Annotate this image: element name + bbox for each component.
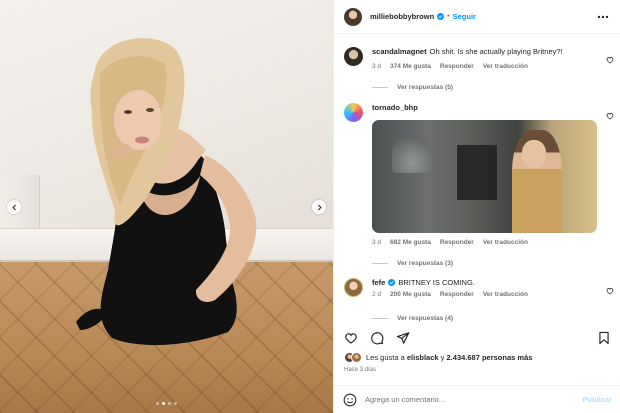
comment-avatar[interactable] [344,278,363,297]
share-send-icon[interactable] [396,331,410,345]
comment-input[interactable] [365,395,583,404]
liker-avatar[interactable] [351,352,362,363]
comment-time: 2 d [372,291,382,298]
view-replies-label: Ver respuestas (4) [397,315,454,322]
comment-text: Oh shit. Is she actually playing Britney… [429,47,563,56]
comment-body: fefe BRITNEY IS COMING. 2 d 200 Me gusta … [372,278,600,298]
liker-username[interactable]: elisblack [407,353,439,362]
publish-button[interactable]: Publicar [582,395,612,404]
reply-button[interactable]: Responder [440,239,474,246]
gif-face [522,140,546,168]
next-photo-button[interactable] [312,200,326,214]
comment-meta: 3 d 682 Me gusta Responder Ver traducció… [372,239,600,246]
carousel-dot [168,402,171,405]
likes-conjunction: y [440,353,445,362]
post-photo[interactable] [0,0,333,413]
more-options-button[interactable] [596,15,610,19]
comment-avatar[interactable] [344,47,363,66]
save-bookmark-icon[interactable] [597,331,611,345]
comment-text-line: scandalmagnet Oh shit. Is she actually pl… [372,47,600,57]
post-sidebar: milliebobbybrown • Seguir scandalmagnet O… [333,0,620,413]
comment-text: BRITNEY IS COMING. [398,278,475,287]
comment-text-line: fefe BRITNEY IS COMING. [372,278,600,288]
comment-time: 3 d [372,239,382,246]
reply-button[interactable]: Responder [440,291,474,298]
post-timestamp[interactable]: Hace 3 días [344,367,376,373]
chevron-left-icon [11,204,16,210]
verified-badge-icon [388,279,396,286]
chevron-right-icon [317,204,322,210]
comment-gif-image[interactable] [372,120,597,233]
carousel-indicator [0,402,333,405]
likes-prefix: Les gusta a [366,353,405,362]
emoji-icon[interactable] [343,393,357,407]
more-horizontal-icon [597,15,609,18]
comment-body: tornado_bhp 3 d 682 Me gusta Responder V… [372,103,600,246]
likes-count[interactable]: 2.434.687 personas más [447,353,533,362]
author-avatar[interactable] [344,7,362,26]
post-header: milliebobbybrown • Seguir [334,0,620,34]
translate-button[interactable]: Ver traducción [483,239,528,246]
comment-username[interactable]: fefe [372,278,385,287]
photo-subject [76,38,257,346]
comment-text-line: tornado_bhp [372,103,600,113]
carousel-dot [156,402,159,405]
comment-username[interactable]: tornado_bhp [372,103,418,112]
gif-background-object [457,145,497,200]
author-username[interactable]: milliebobbybrown [370,12,434,21]
comment-likes[interactable]: 200 Me gusta [390,291,431,298]
likes-summary: Les gusta a elisblack y 2.434.687 person… [344,352,532,363]
comments-list[interactable]: scandalmagnet Oh shit. Is she actually pl… [334,35,620,322]
comment-body: scandalmagnet Oh shit. Is she actually pl… [372,47,600,70]
view-replies-label: Ver respuestas (5) [397,84,454,91]
comment-like-heart-icon[interactable] [606,287,614,295]
carousel-dot [174,402,177,405]
replies-divider [372,263,388,264]
header-separator: • [447,13,450,20]
view-replies-button[interactable]: Ver respuestas (3) [372,260,453,267]
comment-username[interactable]: scandalmagnet [372,47,427,56]
comment-like-heart-icon[interactable] [606,56,614,64]
replies-divider [372,318,388,319]
view-replies-label: Ver respuestas (3) [397,260,454,267]
replies-divider [372,87,388,88]
comment-likes[interactable]: 374 Me gusta [390,63,431,70]
comment-meta: 3 d 374 Me gusta Responder Ver traducció… [372,63,600,70]
view-replies-button[interactable]: Ver respuestas (4) [372,315,453,322]
instagram-post-modal: milliebobbybrown • Seguir scandalmagnet O… [0,0,620,413]
translate-button[interactable]: Ver traducción [483,291,528,298]
comment-likes[interactable]: 682 Me gusta [390,239,431,246]
add-comment-bar: Publicar [334,385,620,413]
comment-time: 3 d [372,63,382,70]
like-heart-icon[interactable] [344,331,358,345]
gif-lamp [392,138,432,173]
comment-bubble-icon[interactable] [370,331,384,345]
liker-avatars [344,352,362,363]
comment-avatar[interactable] [344,103,363,122]
post-action-bar [334,328,620,348]
comment-like-heart-icon[interactable] [606,112,614,120]
follow-button[interactable]: Seguir [453,12,476,21]
carousel-dot [162,402,165,405]
verified-badge-icon [437,13,445,20]
previous-photo-button[interactable] [7,200,21,214]
comment-meta: 2 d 200 Me gusta Responder Ver traducció… [372,291,600,298]
reply-button[interactable]: Responder [440,63,474,70]
view-replies-button[interactable]: Ver respuestas (5) [372,84,453,91]
translate-button[interactable]: Ver traducción [483,63,528,70]
